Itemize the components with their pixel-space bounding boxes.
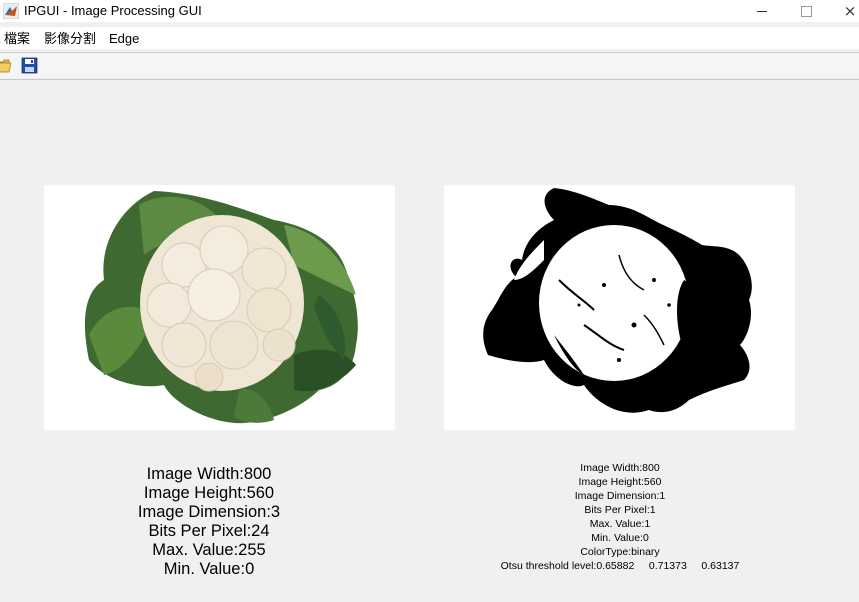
original-image-axes [44,185,395,430]
window-title: IPGUI - Image Processing GUI [24,3,202,18]
info-min-value: Min. Value:0 [163,560,255,578]
bin-info-bits-per-pixel: Bits Per Pixel:1 [584,504,656,516]
toolbar-divider [0,79,859,80]
original-image-info: Image Width:800 Image Height:560 Image D… [104,465,314,579]
maximize-button[interactable] [783,0,829,22]
close-icon: × [843,1,857,20]
info-max-value: Max. Value:255 [152,541,266,559]
minimize-icon [757,10,767,12]
bin-info-max-value: Max. Value:1 [589,518,651,530]
binary-image-axes [444,185,795,430]
info-dimension: Image Dimension:3 [137,503,281,521]
menu-file[interactable]: 檔案 [2,30,32,47]
matlab-app-icon [3,3,19,19]
menu-divider [0,52,859,53]
title-bar: IPGUI - Image Processing GUI × [0,0,859,22]
close-button[interactable]: × [827,0,859,22]
save-file-button[interactable] [21,57,39,75]
info-bits-per-pixel: Bits Per Pixel:24 [148,522,270,540]
save-disk-icon [21,57,38,74]
binary-image [483,188,752,413]
bin-info-width: Image Width:800 [580,462,660,474]
bin-info-dimension: Image Dimension:1 [574,490,666,502]
bin-info-color-type: ColorType:binary [580,546,660,558]
bin-info-height: Image Height:560 [578,476,662,488]
open-folder-icon [0,59,12,73]
info-height: Image Height:560 [143,484,275,502]
menu-segmentation[interactable]: 影像分割 [42,30,98,47]
cauliflower-head [140,215,304,392]
original-image [84,191,358,424]
minimize-button[interactable] [739,0,785,22]
maximize-icon [800,5,812,17]
info-width: Image Width:800 [146,465,272,483]
menu-edge[interactable]: Edge [107,30,141,47]
menu-bar: 檔案 影像分割 Edge [0,27,859,49]
toolbar [0,54,859,78]
bin-info-min-value: Min. Value:0 [591,532,649,544]
bin-info-otsu-threshold: Otsu threshold level:0.65882 0.71373 0.6… [500,560,740,572]
open-file-button[interactable] [0,57,15,75]
binary-image-info: Image Width:800 Image Height:560 Image D… [470,461,770,573]
